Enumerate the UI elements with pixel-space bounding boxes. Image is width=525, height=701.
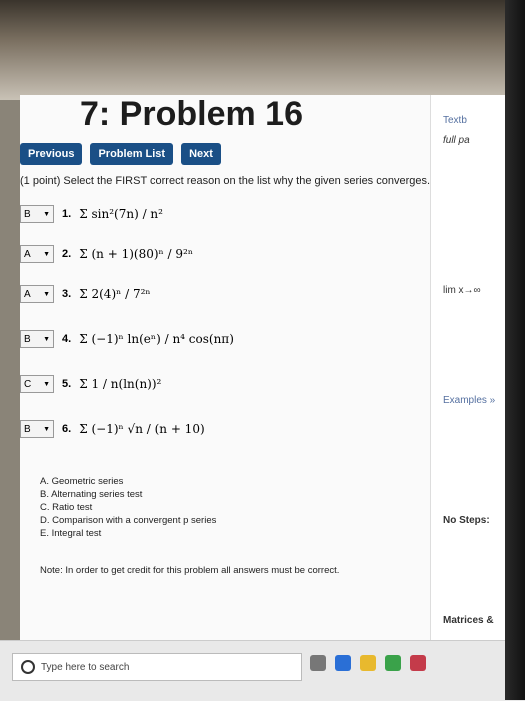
series-expression: Σ (n + 1)(80)ⁿ / 9²ⁿ: [79, 247, 194, 261]
full-page-label: full pa: [443, 135, 470, 146]
taskbar: Type here to search: [0, 640, 525, 701]
question-row: B ▼ 6. Σ (−1)ⁿ √n / (n + 10): [20, 420, 205, 438]
file-explorer-icon[interactable]: [360, 655, 376, 671]
question-number: 1.: [62, 208, 72, 220]
answer-select[interactable]: A ▼: [20, 245, 54, 263]
series-expression: Σ (−1)ⁿ ln(eⁿ) / n⁴ cos(nπ): [79, 332, 234, 346]
choice-item: D. Comparison with a convergent p series: [40, 515, 217, 526]
credit-note: Note: In order to get credit for this pr…: [40, 565, 340, 576]
chrome-icon[interactable]: [385, 655, 401, 671]
question-row: B ▼ 4. Σ (−1)ⁿ ln(eⁿ) / n⁴ cos(nπ): [20, 330, 234, 348]
answer-select[interactable]: A ▼: [20, 285, 54, 303]
question-number: 3.: [62, 288, 72, 300]
choice-item: E. Integral test: [40, 528, 102, 539]
chevron-down-icon: ▼: [43, 380, 50, 388]
limit-expression: lim x→∞: [443, 285, 481, 296]
edge-icon[interactable]: [335, 655, 351, 671]
problem-list-button[interactable]: Problem List: [90, 143, 174, 165]
series-expression: Σ (−1)ⁿ √n / (n + 10): [79, 422, 205, 436]
answer-select[interactable]: B ▼: [20, 420, 54, 438]
app-icon[interactable]: [410, 655, 426, 671]
question-number: 2.: [62, 248, 72, 260]
examples-link[interactable]: Examples »: [443, 395, 495, 406]
question-row: C ▼ 5. Σ 1 / n(ln(n))²: [20, 375, 161, 393]
photo-background-top: [0, 0, 525, 100]
problem-panel: 7: Problem 16 Previous Problem List Next…: [20, 95, 490, 700]
chevron-down-icon: ▼: [43, 425, 50, 433]
choice-item: B. Alternating series test: [40, 489, 143, 500]
next-button[interactable]: Next: [181, 143, 221, 165]
no-steps-label: No Steps:: [443, 515, 490, 526]
previous-button[interactable]: Previous: [20, 143, 83, 165]
series-expression: Σ 1 / n(ln(n))²: [79, 377, 162, 391]
chevron-down-icon: ▼: [43, 210, 50, 218]
series-expression: Σ 2(4)ⁿ / 7²ⁿ: [79, 287, 151, 301]
answer-choices: A. Geometric series B. Alternating serie…: [40, 475, 216, 540]
chevron-down-icon: ▼: [43, 290, 50, 298]
series-expression: Σ sin²(7n) / n²: [79, 207, 163, 221]
page-title: 7: Problem 16: [80, 95, 303, 133]
task-view-icon[interactable]: [310, 655, 326, 671]
problem-nav: Previous Problem List Next: [20, 143, 221, 165]
question-row: A ▼ 3. Σ 2(4)ⁿ / 7²ⁿ: [20, 285, 151, 303]
taskbar-search[interactable]: Type here to search: [12, 653, 302, 681]
chevron-down-icon: ▼: [43, 250, 50, 258]
monitor-bezel: [505, 0, 525, 700]
search-placeholder: Type here to search: [41, 661, 130, 673]
choice-item: C. Ratio test: [40, 502, 93, 513]
problem-prompt: (1 point) Select the FIRST correct reaso…: [20, 175, 431, 187]
search-circle-icon: [21, 660, 35, 674]
choice-item: A. Geometric series: [40, 476, 124, 487]
chevron-down-icon: ▼: [43, 335, 50, 343]
question-number: 5.: [62, 378, 72, 390]
answer-select[interactable]: C ▼: [20, 375, 54, 393]
answer-select[interactable]: B ▼: [20, 205, 54, 223]
question-number: 6.: [62, 423, 72, 435]
matrices-tab[interactable]: Matrices &: [443, 615, 494, 626]
question-row: B ▼ 1. Σ sin²(7n) / n²: [20, 205, 163, 223]
question-number: 4.: [62, 333, 72, 345]
answer-select[interactable]: B ▼: [20, 330, 54, 348]
textbook-tab[interactable]: Textb: [443, 115, 467, 126]
question-row: A ▼ 2. Σ (n + 1)(80)ⁿ / 9²ⁿ: [20, 245, 193, 263]
